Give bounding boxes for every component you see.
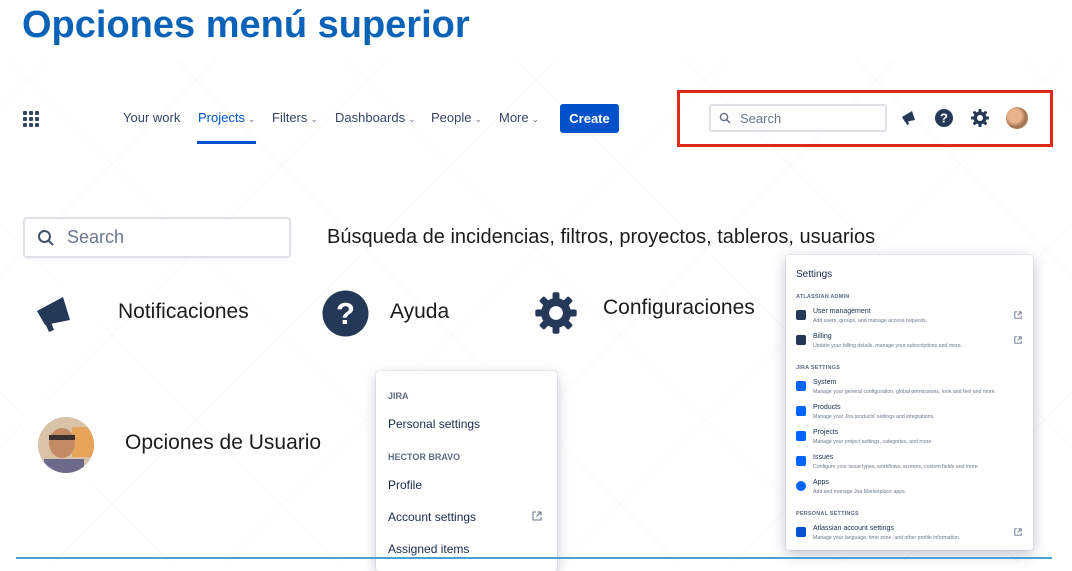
active-tab-indicator bbox=[197, 141, 256, 144]
highlight-box bbox=[677, 90, 1053, 147]
section-heading-admin: ATLASSIAN ADMIN bbox=[796, 294, 850, 300]
nav-item-people[interactable]: People ⌄ bbox=[431, 110, 482, 125]
create-button[interactable]: Create bbox=[560, 104, 619, 133]
settings-item-title: System bbox=[813, 379, 837, 386]
slide-title: Opciones menú superior bbox=[22, 4, 470, 46]
settings-item-system[interactable]: System Manage your general configuration… bbox=[796, 379, 1026, 401]
nav-item-dashboards[interactable]: Dashboards ⌄ bbox=[335, 110, 416, 125]
settings-item-desc: Update your billing details, manage your… bbox=[813, 343, 963, 349]
settings-title: Settings bbox=[796, 269, 833, 280]
external-link-icon bbox=[1014, 311, 1022, 319]
avatar bbox=[38, 417, 94, 473]
nav-item-label: Projects bbox=[198, 110, 245, 125]
help-label: Ayuda bbox=[390, 300, 450, 323]
chevron-down-icon: ⌄ bbox=[310, 114, 318, 124]
settings-item-desc: Configure your issue types, workflows, s… bbox=[813, 464, 980, 470]
settings-item-title: Apps bbox=[813, 479, 829, 486]
svg-text:?: ? bbox=[336, 296, 355, 331]
settings-item-title: User management bbox=[813, 308, 871, 315]
settings-item-billing[interactable]: Billing Update your billing details, man… bbox=[796, 333, 1026, 355]
settings-item-title: Atlassian account settings bbox=[813, 525, 894, 532]
users-icon bbox=[796, 310, 806, 320]
settings-item-desc: Manage your project settings, categories… bbox=[813, 439, 933, 445]
settings-item-atlassian-account[interactable]: Atlassian account settings Manage your l… bbox=[796, 525, 1026, 547]
search-placeholder: Search bbox=[67, 227, 125, 247]
megaphone-icon bbox=[37, 297, 70, 332]
search-description: Búsqueda de incidencias, filtros, proyec… bbox=[327, 226, 876, 248]
external-link-icon bbox=[532, 511, 542, 521]
settings-item-title: Products bbox=[813, 404, 841, 411]
products-icon bbox=[796, 406, 806, 416]
settings-panel: Settings ATLASSIAN ADMIN User management… bbox=[786, 255, 1033, 550]
nav-item-your-work[interactable]: Your work bbox=[123, 110, 180, 125]
monitor-icon bbox=[796, 381, 806, 391]
settings-label: Configuraciones bbox=[603, 296, 755, 319]
billing-icon bbox=[796, 335, 806, 345]
menu-item-assigned-items[interactable]: Assigned items bbox=[388, 542, 469, 556]
settings-item-desc: Add users, groups, and manage access req… bbox=[813, 318, 928, 324]
external-link-icon bbox=[1014, 528, 1022, 536]
nav-item-label: More bbox=[499, 110, 529, 125]
nav-item-label: Your work bbox=[123, 110, 181, 125]
chevron-down-icon: ⌄ bbox=[408, 114, 416, 124]
settings-item-title: Billing bbox=[813, 333, 832, 340]
nav-item-label: Dashboards bbox=[335, 110, 406, 125]
nav-item-label: Filters bbox=[272, 110, 308, 125]
chevron-down-icon: ⌄ bbox=[531, 114, 540, 124]
nav-item-label: People bbox=[431, 110, 472, 125]
user-menu-dropdown: JIRA Personal settings HECTOR BRAVO Prof… bbox=[376, 371, 557, 571]
external-link-icon bbox=[1014, 336, 1022, 344]
settings-item-desc: Manage your language, time zone, and oth… bbox=[813, 535, 961, 541]
apps-icon bbox=[796, 481, 806, 491]
atlassian-icon bbox=[796, 527, 806, 537]
search-input-example: Search bbox=[23, 217, 291, 258]
menu-heading-user: HECTOR BRAVO bbox=[388, 452, 461, 462]
menu-item-profile[interactable]: Profile bbox=[388, 478, 422, 492]
app-switcher-icon[interactable] bbox=[23, 111, 39, 127]
settings-item-user-management[interactable]: User management Add users, groups, and m… bbox=[796, 308, 1026, 330]
menu-heading-jira: JIRA bbox=[388, 391, 409, 401]
nav-item-projects[interactable]: Projects ⌄ bbox=[198, 110, 256, 125]
settings-item-desc: Manage your Jira products' settings and … bbox=[813, 414, 935, 420]
chevron-down-icon: ⌄ bbox=[247, 114, 256, 124]
folder-icon bbox=[796, 431, 806, 441]
bottom-divider bbox=[16, 557, 1052, 559]
settings-item-apps[interactable]: Apps Add and manage Jira Marketplace app… bbox=[796, 479, 1026, 501]
chevron-down-icon: ⌄ bbox=[474, 114, 483, 124]
settings-item-issues[interactable]: Issues Configure your issue types, workf… bbox=[796, 454, 1026, 476]
section-heading-personal: PERSONAL SETTINGS bbox=[796, 511, 859, 517]
settings-item-title: Issues bbox=[813, 454, 834, 461]
settings-item-projects[interactable]: Projects Manage your project settings, c… bbox=[796, 429, 1026, 451]
gear-icon bbox=[535, 292, 577, 334]
settings-item-desc: Add and manage Jira Marketplace apps. bbox=[813, 489, 907, 495]
nav-item-filters[interactable]: Filters ⌄ bbox=[272, 110, 318, 125]
settings-item-title: Projects bbox=[813, 429, 839, 436]
notifications-label: Notificaciones bbox=[118, 300, 249, 323]
user-options-label: Opciones de Usuario bbox=[125, 431, 322, 454]
nav-item-more[interactable]: More ⌄ bbox=[499, 110, 539, 125]
help-icon: ? bbox=[322, 290, 369, 337]
search-icon bbox=[38, 229, 54, 246]
settings-item-products[interactable]: Products Manage your Jira products' sett… bbox=[796, 404, 1026, 426]
menu-item-account-settings[interactable]: Account settings bbox=[388, 510, 476, 524]
section-heading-jira: JIRA SETTINGS bbox=[796, 365, 840, 371]
menu-item-personal-settings[interactable]: Personal settings bbox=[388, 417, 480, 431]
settings-item-desc: Manage your general configuration, globa… bbox=[813, 389, 997, 395]
issues-icon bbox=[796, 456, 806, 466]
